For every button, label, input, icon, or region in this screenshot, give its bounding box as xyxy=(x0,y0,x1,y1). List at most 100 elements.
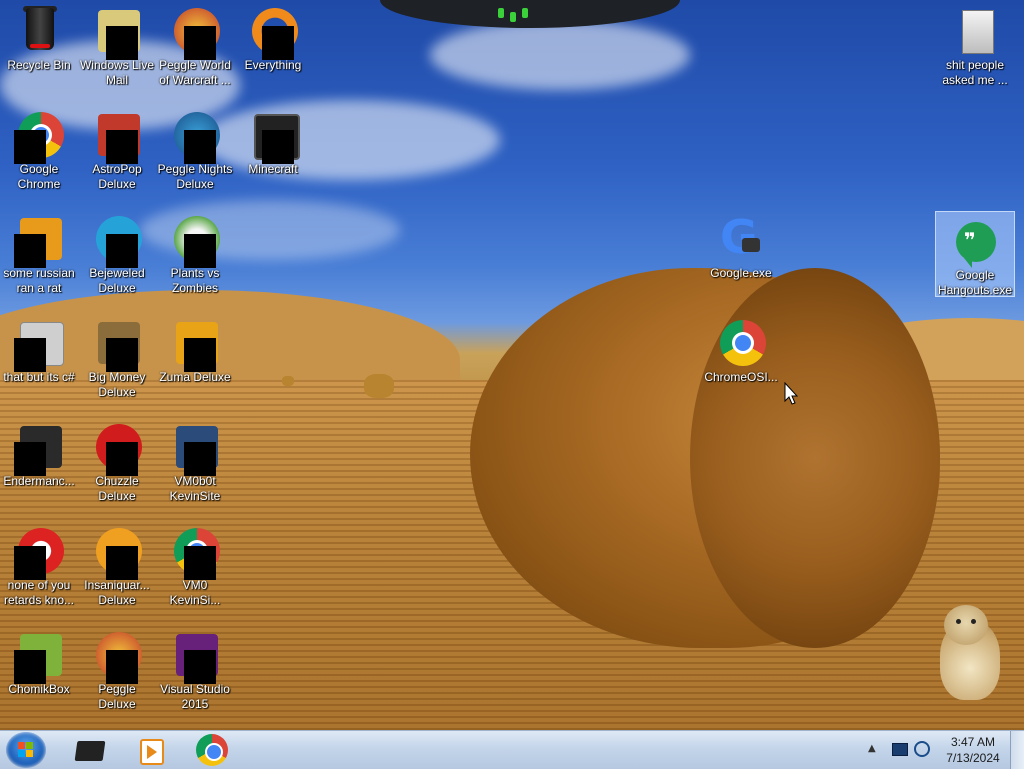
desktop-icon-that-but-its-csharp[interactable]: that but its c# xyxy=(0,314,78,385)
hamster-eye xyxy=(956,619,961,624)
peggle-icon xyxy=(170,110,220,164)
desktop-icon-astropop-deluxe[interactable]: AstroPop Deluxe xyxy=(78,106,156,192)
icon-label: Google Hangouts.exe xyxy=(937,268,1013,297)
chomikbox-icon xyxy=(14,630,64,684)
desktop-icon-chuzzle-deluxe[interactable]: Chuzzle Deluxe xyxy=(78,418,156,504)
icon-label: Insaniquar... Deluxe xyxy=(84,578,150,607)
icon-label: Bejeweled Deluxe xyxy=(89,266,145,295)
desktop-icon-windows-live-mail[interactable]: Windows Live Mail xyxy=(78,2,156,88)
show-desktop-button[interactable] xyxy=(1010,731,1024,769)
icon-label: Google.exe xyxy=(710,266,772,280)
icon-label: AstroPop Deluxe xyxy=(92,162,142,191)
indicator-light xyxy=(510,12,516,22)
desktop-icon-big-money-deluxe[interactable]: Big Money Deluxe xyxy=(78,314,156,400)
redaction-box xyxy=(106,234,138,268)
redaction-box xyxy=(106,546,138,580)
desktop-icon-bejeweled-deluxe[interactable]: Bejeweled Deluxe xyxy=(78,210,156,296)
icon-label: Everything xyxy=(244,58,302,72)
desktop-icon-none-of-you[interactable]: none of you retards kno... xyxy=(0,522,78,608)
redaction-box xyxy=(106,650,138,684)
icon-label: shit people asked me ... xyxy=(942,58,1008,87)
desktop-icon-minecraft[interactable]: Minecraft xyxy=(234,106,312,177)
start-button[interactable] xyxy=(6,732,46,768)
game-icon xyxy=(170,318,220,372)
icon-label: Minecraft xyxy=(248,162,298,176)
icon-label: none of you retards kno... xyxy=(3,578,75,607)
desktop-icon-chromeosi[interactable]: ChromeOSI... xyxy=(702,314,780,385)
taskbar: ▲ 3:47 AM 7/13/2024 xyxy=(0,730,1024,769)
app-icon xyxy=(14,422,64,476)
desktop-icon-peggle-deluxe[interactable]: Peggle Deluxe xyxy=(78,626,156,712)
network-icon[interactable] xyxy=(914,741,930,757)
desktop-icon-insaniquarium-deluxe[interactable]: Insaniquar... Deluxe xyxy=(78,522,156,608)
desktop-icon-peggle-nights-deluxe[interactable]: Peggle Nights Deluxe xyxy=(156,106,234,192)
redaction-box xyxy=(106,130,138,164)
small-bale xyxy=(364,374,394,398)
icon-label: Peggle Deluxe xyxy=(98,682,136,711)
desktop-icon-vm0b0t-kevinsite[interactable]: VM0b0t KevinSite xyxy=(156,418,234,504)
chrome-icon xyxy=(716,318,766,368)
windows-logo-icon xyxy=(18,742,34,758)
icon-label: Windows Live Mail xyxy=(79,58,155,87)
mouse-cursor-icon xyxy=(784,382,798,405)
redaction-box xyxy=(184,234,216,268)
flower-icon xyxy=(170,214,220,268)
mail-icon xyxy=(92,6,142,60)
redaction-box xyxy=(184,130,216,164)
desktop-icon-russian-rat[interactable]: some russian ran a rat xyxy=(0,210,78,296)
hamster-gadget[interactable] xyxy=(930,605,1010,705)
desktop-icon-shit-people-asked-me[interactable]: shit people asked me ... xyxy=(936,2,1014,88)
folder-icon xyxy=(950,6,1000,56)
chrome-icon xyxy=(170,526,220,580)
media-player-icon xyxy=(140,739,164,765)
search-icon xyxy=(248,6,298,60)
icon-label: some russian ran a rat xyxy=(3,266,75,295)
redaction-box xyxy=(184,338,216,372)
icon-label: ChromeOSI... xyxy=(704,370,778,384)
taskbar-pinned-terminal[interactable] xyxy=(64,733,114,767)
hamster-head xyxy=(944,605,988,645)
indicator-light xyxy=(522,8,528,18)
cloud xyxy=(430,20,690,90)
minecraft-icon xyxy=(248,110,300,164)
redaction-box xyxy=(184,546,216,580)
desktop-icon-endermanch[interactable]: Endermanc... xyxy=(0,418,78,489)
show-hidden-icons-button[interactable]: ▲ xyxy=(868,743,876,754)
desktop-icon-google-hangouts[interactable]: ❞ Google Hangouts.exe xyxy=(935,211,1015,297)
clock-time: 3:47 AM xyxy=(950,735,996,749)
system-clock[interactable]: 3:47 AM 7/13/2024 xyxy=(940,734,1006,766)
redaction-box xyxy=(262,130,294,164)
icon-label: Visual Studio 2015 xyxy=(160,682,230,711)
desktop-icon-peggle-wow[interactable]: Peggle World of Warcraft ... xyxy=(156,2,234,88)
desktop-icon-zuma-deluxe[interactable]: Zuma Deluxe xyxy=(156,314,234,385)
peggle-icon xyxy=(92,630,142,684)
redaction-box xyxy=(106,26,138,60)
taskbar-pinned-chrome[interactable] xyxy=(186,733,236,767)
desktop-icon-chomikbox[interactable]: ChomikBox xyxy=(0,626,78,697)
redaction-box xyxy=(14,650,46,684)
desktop-icon-plants-vs-zombies[interactable]: Plants vs Zombies xyxy=(156,210,234,296)
visual-studio-icon xyxy=(170,630,220,684)
redaction-box xyxy=(14,442,46,476)
icon-label: Google Chrome xyxy=(17,162,61,191)
desktop-icon-visual-studio-2015[interactable]: Visual Studio 2015 xyxy=(156,626,234,712)
icon-label: Peggle World of Warcraft ... xyxy=(159,58,231,87)
desktop-icon-google-chrome[interactable]: Google Chrome xyxy=(0,106,78,192)
hangouts-icon: ❞ xyxy=(950,216,1000,268)
indicator-light xyxy=(498,8,504,18)
desktop-icon-vm0-kevinsite[interactable]: VM0 KevinSi... xyxy=(156,522,234,608)
action-center-icon[interactable] xyxy=(892,743,908,756)
game-icon xyxy=(92,318,142,372)
google-icon: G xyxy=(716,210,766,264)
fish-icon xyxy=(92,526,142,580)
desktop-icon-google-exe[interactable]: G Google.exe xyxy=(702,210,780,281)
desktop-icon-everything[interactable]: Everything xyxy=(234,2,312,73)
taskbar-pinned-media-player[interactable] xyxy=(124,733,174,767)
redaction-box xyxy=(262,26,294,60)
redaction-box xyxy=(14,546,46,580)
icon-label: Chuzzle Deluxe xyxy=(95,474,139,503)
redaction-box xyxy=(106,338,138,372)
icon-label: ChomikBox xyxy=(8,682,70,696)
desktop-icon-recycle-bin[interactable]: Recycle Bin xyxy=(0,2,78,73)
chrome-icon xyxy=(14,110,64,164)
